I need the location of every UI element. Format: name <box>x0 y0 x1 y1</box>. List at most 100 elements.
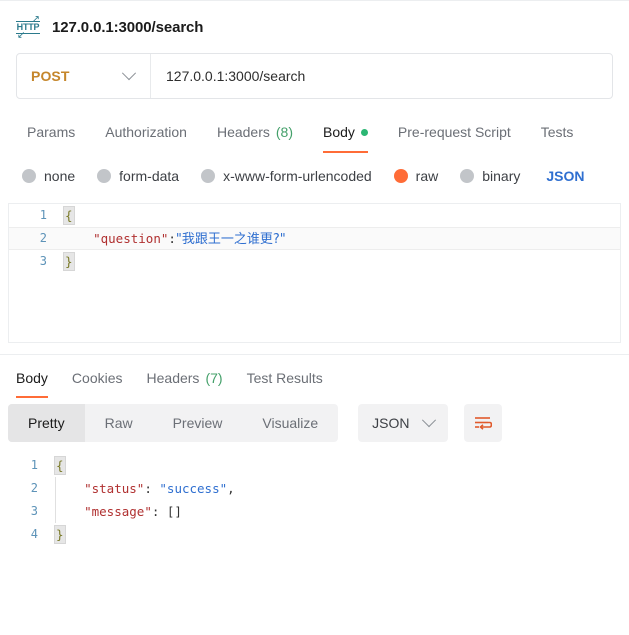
json-colon: : <box>151 504 167 519</box>
code-line: 4 } <box>0 523 629 546</box>
line-content: } <box>61 250 620 273</box>
line-number: 1 <box>39 208 47 222</box>
line-content: { <box>52 454 629 477</box>
http-icon: ↗ HTTP ↙ <box>16 15 40 41</box>
url-input[interactable]: 127.0.0.1:3000/search <box>151 54 612 98</box>
method-selector[interactable]: POST <box>17 54 151 98</box>
json-value: "我跟王一之谁更?" <box>175 231 286 247</box>
response-tab-cookies-label: Cookies <box>71 370 123 386</box>
response-tab-test-results[interactable]: Test Results <box>235 358 335 398</box>
response-view-mode-group: Pretty Raw Preview Visualize <box>8 404 339 442</box>
code-line: 2 "status": "success", <box>0 477 629 500</box>
tab-pre-request-script-label: Pre-request Script <box>397 124 511 140</box>
response-tab-headers[interactable]: Headers (7) <box>135 358 235 398</box>
response-tab-body[interactable]: Body <box>4 358 60 398</box>
code-line: 1 { <box>9 204 620 227</box>
line-content: "message": [] <box>52 500 629 523</box>
radio-urlencoded-icon <box>201 169 216 183</box>
json-value: [] <box>166 504 182 519</box>
response-tab-headers-label: Headers <box>146 370 200 386</box>
json-key: "message" <box>84 504 152 519</box>
body-type-binary[interactable]: binary <box>460 168 520 184</box>
body-modified-dot-icon <box>360 128 368 136</box>
line-number: 3 <box>39 254 47 268</box>
response-body-editor[interactable]: 1 { 2 "status": "success", 3 "message": … <box>0 454 629 584</box>
request-body-editor-content: 1 { 2 "question":"我跟王一之谁更?" 3 } <box>9 204 620 273</box>
view-mode-visualize-label: Visualize <box>262 415 319 431</box>
tab-authorization[interactable]: Authorization <box>90 111 202 153</box>
body-type-urlencoded-label: x-www-form-urlencoded <box>223 168 372 184</box>
tab-headers-label: Headers <box>216 124 270 140</box>
code-line: 3 } <box>9 250 620 273</box>
postman-request-response-panel: ↗ HTTP ↙ 127.0.0.1:3000/search POST 127.… <box>0 0 629 635</box>
tab-pre-request-script[interactable]: Pre-request Script <box>383 111 526 153</box>
response-tabs: Body Cookies Headers (7) Test Results <box>0 358 629 398</box>
line-content: "question":"我跟王一之谁更?" <box>61 227 620 251</box>
response-tab-test-results-label: Test Results <box>246 370 323 386</box>
code-line: 2 "question":"我跟王一之谁更?" <box>9 227 620 250</box>
code-line: 3 "message": [] <box>0 500 629 523</box>
view-mode-pretty-label: Pretty <box>28 415 65 431</box>
response-tab-headers-count: (7) <box>205 370 223 386</box>
radio-raw-icon <box>393 169 408 183</box>
line-number: 2 <box>30 481 38 495</box>
body-type-raw[interactable]: raw <box>393 168 438 184</box>
raw-format-label: JSON <box>546 168 585 184</box>
tab-params-label: Params <box>27 124 76 140</box>
page-title: 127.0.0.1:3000/search <box>52 18 204 36</box>
wrap-lines-button[interactable] <box>463 404 502 442</box>
close-brace: } <box>54 525 66 544</box>
tab-tests-label: Tests <box>540 124 574 140</box>
tab-authorization-label: Authorization <box>105 124 187 140</box>
chevron-down-icon <box>421 413 436 428</box>
json-value: "success" <box>159 481 228 496</box>
chevron-down-icon <box>121 66 137 81</box>
response-tab-body-label: Body <box>16 370 48 386</box>
tab-body-label: Body <box>323 124 355 140</box>
response-tab-cookies[interactable]: Cookies <box>60 358 135 398</box>
body-type-form-data-label: form-data <box>119 168 180 184</box>
open-brace: { <box>63 206 75 225</box>
body-type-form-data[interactable]: form-data <box>97 168 179 184</box>
request-title-bar: ↗ HTTP ↙ 127.0.0.1:3000/search <box>0 1 629 53</box>
json-key: "question" <box>93 230 169 246</box>
body-type-options: none form-data x-www-form-urlencoded raw… <box>0 157 629 195</box>
tab-headers-count: (8) <box>275 124 293 140</box>
open-brace: { <box>54 456 66 475</box>
line-number: 1 <box>30 458 38 472</box>
http-icon-arrow-down: ↙ <box>17 30 26 41</box>
view-mode-raw[interactable]: Raw <box>85 404 153 442</box>
json-comma: , <box>227 481 235 496</box>
tab-headers[interactable]: Headers (8) <box>202 111 308 153</box>
panel-splitter[interactable] <box>0 354 629 355</box>
view-mode-preview[interactable]: Preview <box>153 404 243 442</box>
json-key: "status" <box>84 481 145 496</box>
request-body-editor[interactable]: 1 { 2 "question":"我跟王一之谁更?" 3 } <box>8 203 621 343</box>
tab-params[interactable]: Params <box>12 111 90 153</box>
body-type-none-label: none <box>44 168 76 184</box>
response-format-label: JSON <box>372 415 410 431</box>
tab-body[interactable]: Body <box>308 111 383 153</box>
view-mode-raw-label: Raw <box>104 415 133 431</box>
body-type-none[interactable]: none <box>22 168 75 184</box>
response-format-selector[interactable]: JSON <box>358 404 448 442</box>
view-mode-preview-label: Preview <box>172 415 223 431</box>
radio-none-icon <box>22 169 36 183</box>
body-type-binary-label: binary <box>482 168 521 184</box>
json-colon: : <box>144 481 160 496</box>
json-colon: : <box>168 230 176 246</box>
tab-tests[interactable]: Tests <box>526 111 589 153</box>
raw-format-selector[interactable]: JSON <box>546 168 584 184</box>
view-mode-pretty[interactable]: Pretty <box>8 404 85 442</box>
line-number: 3 <box>30 504 38 518</box>
line-content: { <box>61 204 620 227</box>
line-content: "status": "success", <box>52 477 629 500</box>
url-bar: POST 127.0.0.1:3000/search <box>16 53 613 99</box>
view-mode-visualize[interactable]: Visualize <box>242 404 338 442</box>
radio-binary-icon <box>460 169 475 183</box>
line-number: 4 <box>30 527 38 541</box>
line-number: 2 <box>39 231 47 245</box>
line-content: } <box>52 523 629 546</box>
body-type-urlencoded[interactable]: x-www-form-urlencoded <box>201 168 372 184</box>
response-toolbar: Pretty Raw Preview Visualize JSON <box>0 404 629 442</box>
